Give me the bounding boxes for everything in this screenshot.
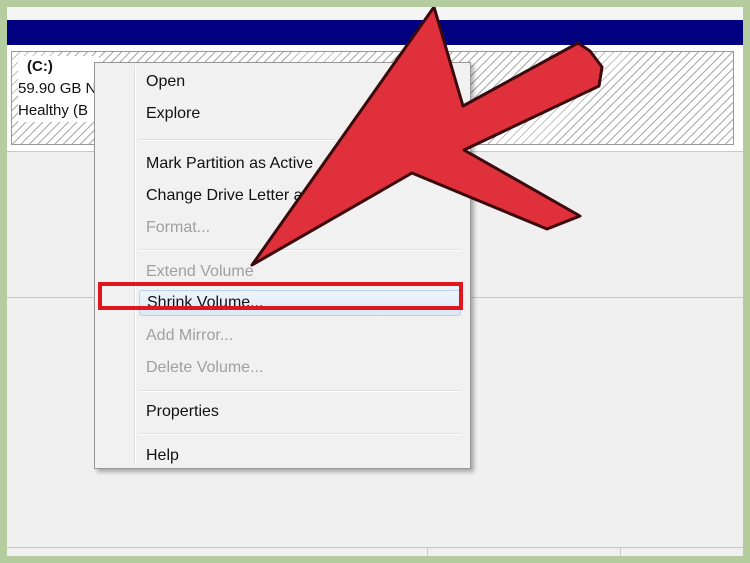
menu-item-open[interactable]: Open <box>139 69 461 95</box>
menu-item-help[interactable]: Help <box>139 443 461 469</box>
status-separator <box>427 548 428 556</box>
menu-separator <box>139 433 461 435</box>
highlight-box <box>98 282 463 310</box>
menu-icon-gutter <box>134 65 136 464</box>
status-separator <box>620 548 621 556</box>
volume-name: (C:) <box>27 58 53 75</box>
disk-management-window: (C:) 59.90 GB N Healthy (B Open Explore … <box>7 7 743 556</box>
status-bar <box>7 547 743 556</box>
volume-status: Healthy (B <box>18 102 89 119</box>
menu-separator <box>139 139 461 141</box>
menu-item-format: Format... <box>146 219 211 236</box>
window-top-strip <box>7 7 743 20</box>
menu-separator <box>139 249 461 251</box>
menu-item-explore[interactable]: Explore <box>139 101 461 127</box>
volume-info: (C:) 59.90 GB N Healthy (B <box>18 56 100 122</box>
menu-item-properties[interactable]: Properties <box>139 399 461 425</box>
menu-item-mark-active[interactable]: Mark Partition as Active <box>139 151 461 177</box>
menu-item-delete-volume: Delete Volume... <box>146 359 264 376</box>
volume-size: 59.90 GB N <box>18 80 97 97</box>
title-bar <box>7 20 743 45</box>
menu-item-add-mirror: Add Mirror... <box>146 327 234 344</box>
menu-item-change-drive-letter[interactable]: Change Drive Letter a <box>139 183 461 209</box>
context-menu: Open Explore Mark Partition as Active Ch… <box>94 62 471 469</box>
menu-separator <box>139 390 461 392</box>
